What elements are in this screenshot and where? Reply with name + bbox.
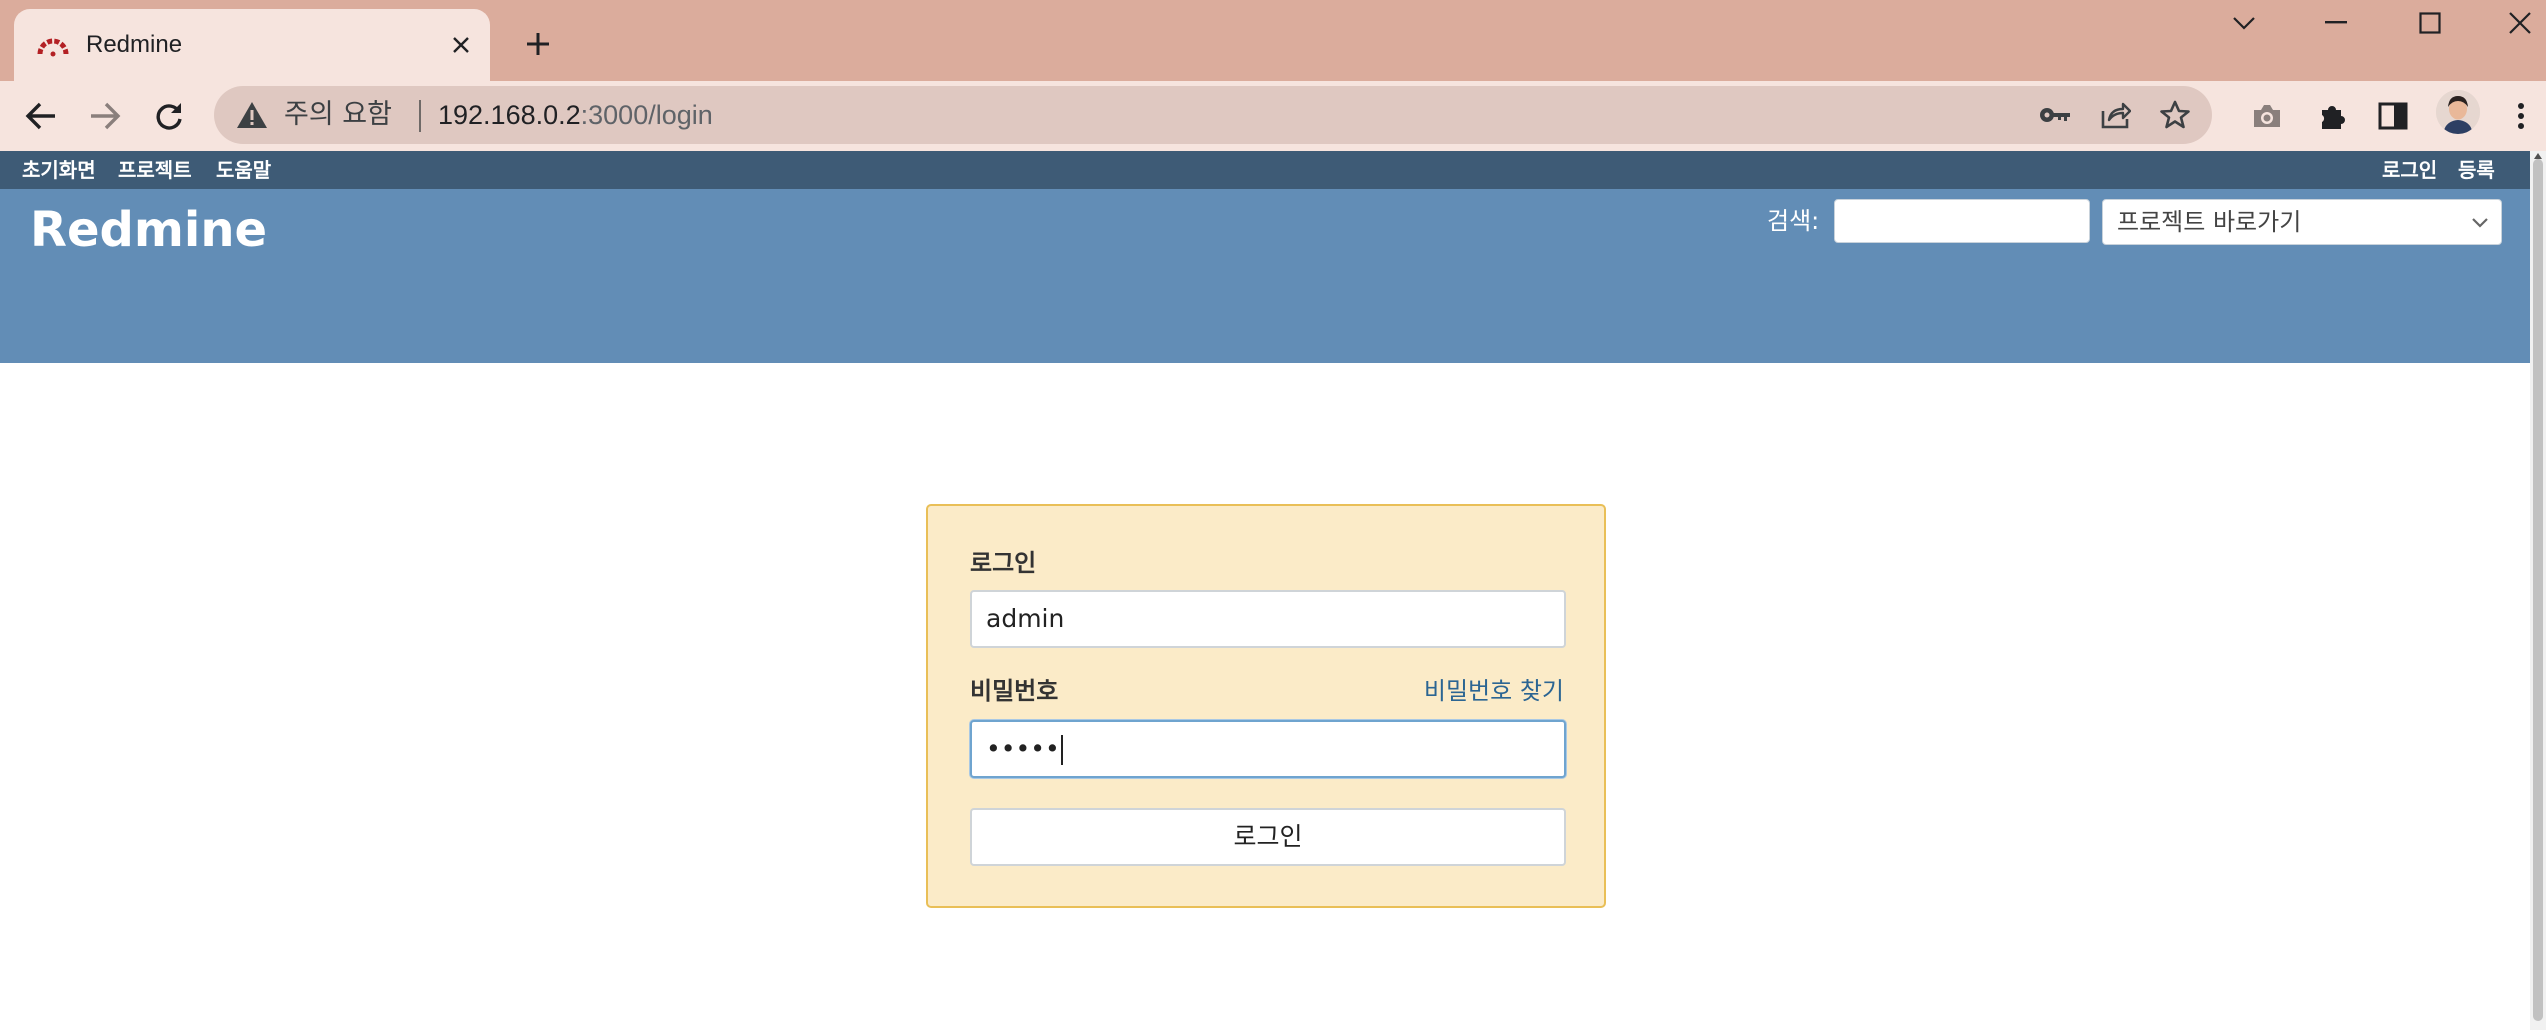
address-bar[interactable]: 주의 요함 192.168.0.2:3000/login xyxy=(214,86,2212,144)
url-separator xyxy=(419,100,421,132)
page-header: Redmine 검색: 프로젝트 바로가기 xyxy=(0,189,2530,363)
camera-icon[interactable] xyxy=(2246,95,2288,137)
share-icon[interactable] xyxy=(2099,98,2133,132)
reload-icon[interactable] xyxy=(148,95,190,137)
password-masked-value: ••••• xyxy=(986,734,1060,763)
warning-icon[interactable] xyxy=(236,100,268,130)
top-menu-projects[interactable]: 프로젝트 xyxy=(118,151,192,189)
username-label: 로그인 xyxy=(970,549,1037,577)
top-menu-help[interactable]: 도움말 xyxy=(216,151,271,189)
scroll-up-arrow-icon[interactable] xyxy=(2533,152,2543,160)
tab-close-icon[interactable] xyxy=(444,28,478,62)
back-arrow-icon[interactable] xyxy=(20,95,62,137)
password-input[interactable]: ••••• xyxy=(970,720,1566,778)
chevron-down-icon xyxy=(2472,218,2488,228)
profile-avatar[interactable] xyxy=(2436,90,2480,134)
site-title[interactable]: Redmine xyxy=(30,201,267,259)
star-icon[interactable] xyxy=(2158,98,2192,132)
search-input[interactable] xyxy=(1834,199,2090,243)
maximize-icon[interactable] xyxy=(2390,0,2470,46)
lost-password-link[interactable]: 비밀번호 찾기 xyxy=(1424,674,1564,708)
forward-arrow-icon[interactable] xyxy=(84,95,126,137)
browser-toolbar: 주의 요함 192.168.0.2:3000/login xyxy=(0,81,2546,151)
browser-tab[interactable]: Redmine xyxy=(14,9,490,81)
more-vert-icon[interactable] xyxy=(2500,95,2542,137)
tab-title: Redmine xyxy=(86,31,183,58)
search-label: 검색: xyxy=(1767,207,1820,235)
key-icon[interactable] xyxy=(2038,98,2072,132)
login-form: 로그인 admin 비밀번호 비밀번호 찾기 ••••• 로그인 xyxy=(926,504,1606,908)
top-menu-login[interactable]: 로그인 xyxy=(2382,151,2437,189)
project-jump-label: 프로젝트 바로가기 xyxy=(2117,208,2302,236)
browser-titlebar: Redmine xyxy=(0,0,2546,81)
new-tab-plus-icon[interactable] xyxy=(518,24,558,64)
extensions-icon[interactable] xyxy=(2312,95,2354,137)
login-submit-button[interactable]: 로그인 xyxy=(970,808,1566,866)
minimize-icon[interactable] xyxy=(2296,0,2376,46)
top-menu-register[interactable]: 등록 xyxy=(2458,151,2495,189)
password-label: 비밀번호 xyxy=(970,677,1059,705)
text-caret xyxy=(1060,735,1063,765)
project-jump-select[interactable]: 프로젝트 바로가기 xyxy=(2102,199,2502,245)
side-panel-icon[interactable] xyxy=(2372,95,2414,137)
window-close-icon[interactable] xyxy=(2480,0,2546,46)
tab-search-chevron-down-icon[interactable] xyxy=(2204,0,2284,46)
top-menu-home[interactable]: 초기화면 xyxy=(22,151,96,189)
url-text[interactable]: 192.168.0.2:3000/login xyxy=(438,96,713,134)
security-status-label[interactable]: 주의 요함 xyxy=(284,96,392,134)
username-input[interactable]: admin xyxy=(970,590,1566,648)
scrollbar-thumb[interactable] xyxy=(2533,159,2543,1021)
top-menu: 초기화면 프로젝트 도움말 로그인 등록 xyxy=(0,151,2530,189)
redmine-favicon xyxy=(37,38,69,57)
page-scrollbar[interactable] xyxy=(2530,151,2546,1030)
